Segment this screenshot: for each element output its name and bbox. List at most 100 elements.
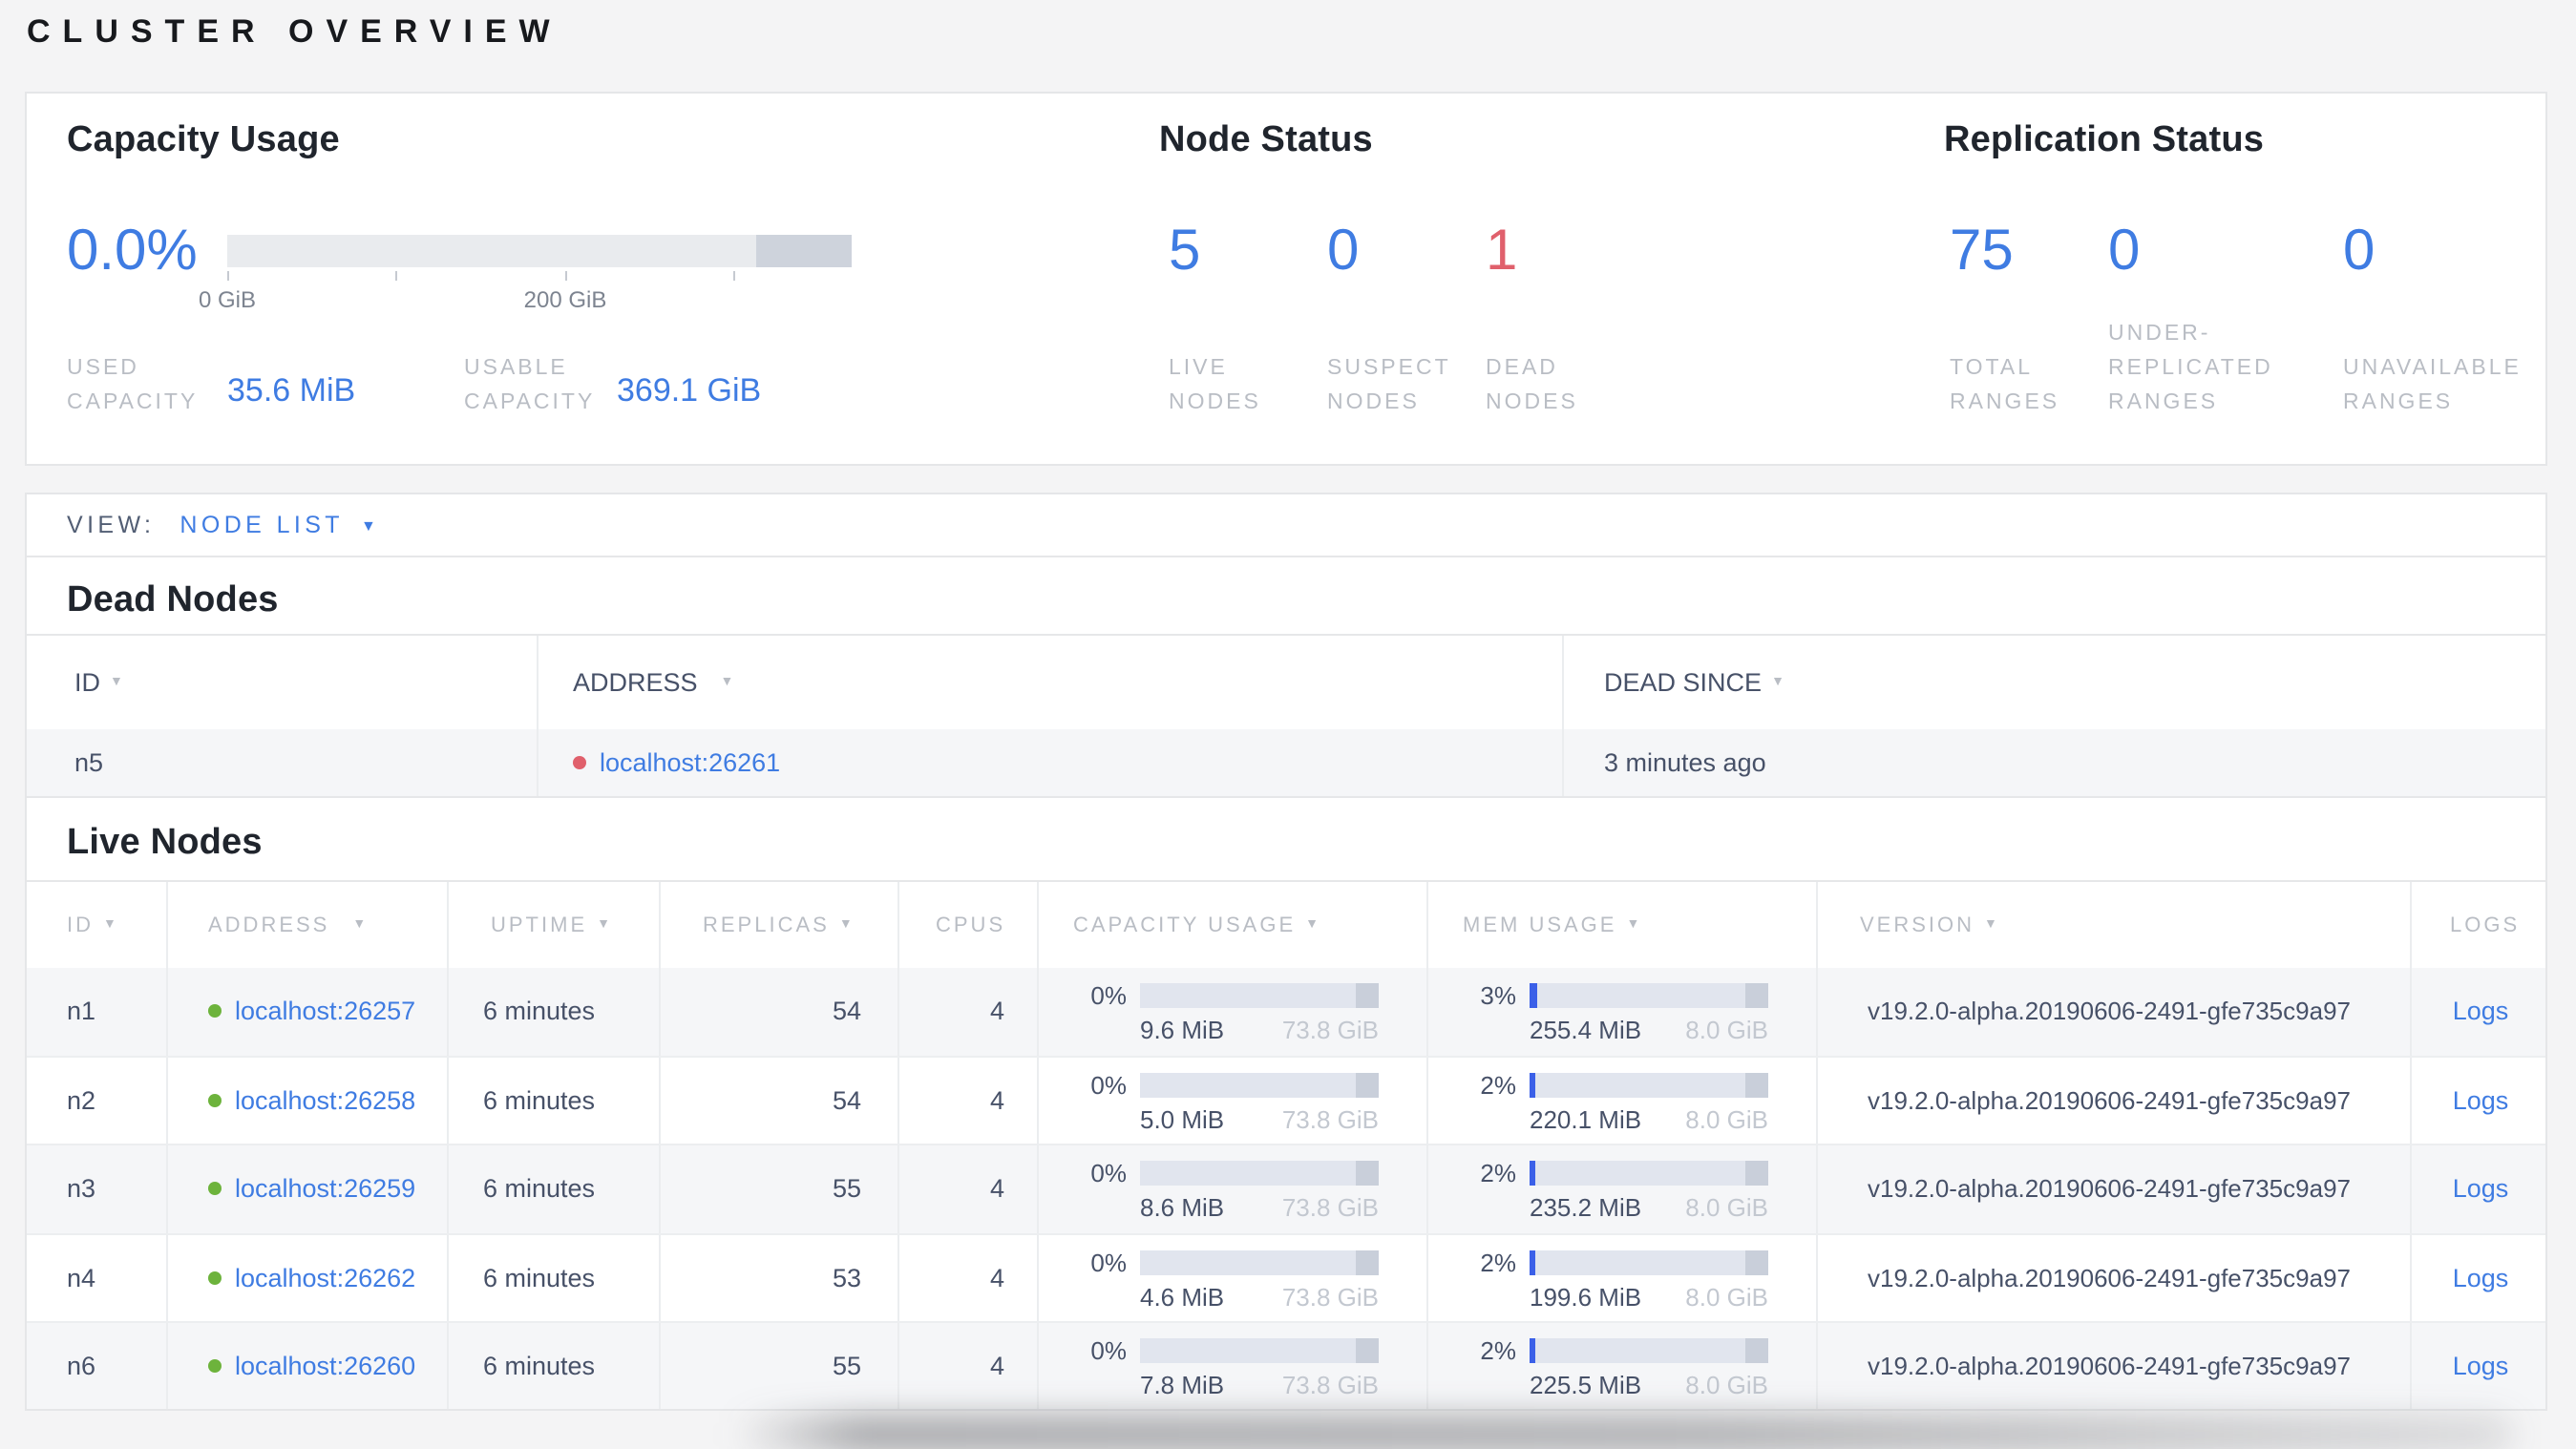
mem-percent: 2% <box>1480 1159 1516 1187</box>
node-address-link[interactable]: localhost:26260 <box>235 1353 415 1381</box>
mem-total: 8.0 GiB <box>1685 1104 1768 1133</box>
capacity-bar <box>1140 1072 1379 1097</box>
version-value: v19.2.0-alpha.20190606-2491-gfe735c9a97 <box>1816 1145 2410 1232</box>
unavailable-count: 0 <box>2343 220 2375 283</box>
dead-nodes-heading: Dead Nodes <box>67 580 279 620</box>
uptime-value: 6 minutes <box>447 1145 659 1232</box>
column-header-mem-usage[interactable]: MEM USAGE ▼ <box>1426 882 1816 968</box>
mem-usage-cell: 2% 199.6 MiB 8.0 GiB <box>1426 1234 1816 1321</box>
table-row: n5 localhost:26261 3 minutes ago <box>27 729 2545 798</box>
version-value: v19.2.0-alpha.20190606-2491-gfe735c9a97 <box>1816 1057 2410 1144</box>
dead-since-value: 3 minutes ago <box>1562 729 2545 796</box>
column-header-version[interactable]: VERSION ▼ <box>1816 882 2410 968</box>
logs-link[interactable]: Logs <box>2453 1175 2509 1204</box>
sort-caret-icon: ▼ <box>352 918 370 932</box>
mem-used: 220.1 MiB <box>1530 1104 1642 1133</box>
node-address-cell: localhost:26260 <box>166 1323 447 1409</box>
column-header-id[interactable]: ID ▼ <box>27 882 166 968</box>
chevron-down-icon: ▼ <box>361 516 376 534</box>
suspect-nodes-count: 0 <box>1327 220 1360 283</box>
mem-used: 225.5 MiB <box>1530 1371 1642 1399</box>
replicas-value: 55 <box>659 1323 897 1409</box>
capacity-bar <box>227 235 852 267</box>
column-header-address[interactable]: ADDRESS ▼ <box>537 636 1562 729</box>
table-row: n4 localhost:26262 6 minutes 53 4 0% 4.6… <box>27 1234 2545 1323</box>
page-title: CLUSTER OVERVIEW <box>27 13 562 50</box>
replicas-value: 53 <box>659 1234 897 1321</box>
mem-usage-cell: 2% 220.1 MiB 8.0 GiB <box>1426 1057 1816 1144</box>
node-list-card: VIEW: NODE LIST ▼ Dead Nodes ID ▼ ADDRESS… <box>25 493 2547 1411</box>
node-id: n4 <box>67 1263 96 1292</box>
capacity-percent: 0% <box>1090 1159 1127 1187</box>
capacity-bar-reserved-segment <box>755 235 852 267</box>
node-id: n1 <box>67 997 96 1026</box>
logs-link[interactable]: Logs <box>2453 1353 2509 1381</box>
capacity-percent: 0% <box>1090 981 1127 1010</box>
axis-tick-label: 0 GiB <box>198 286 256 313</box>
cpus-value: 4 <box>897 1057 1037 1144</box>
capacity-bar <box>1140 1161 1379 1186</box>
capacity-usage-cell: 0% 4.6 MiB 73.8 GiB <box>1037 1234 1426 1321</box>
logs-link[interactable]: Logs <box>2453 1086 2509 1115</box>
axis-tick <box>733 271 735 281</box>
replication-status-heading: Replication Status <box>1944 120 2265 160</box>
node-address-link[interactable]: localhost:26262 <box>235 1264 415 1292</box>
table-row: n6 localhost:26260 6 minutes 55 4 0% 7.8… <box>27 1323 2545 1409</box>
total-ranges-count: 75 <box>1950 220 2014 283</box>
node-address-cell: localhost:26261 <box>537 729 1562 796</box>
cpus-value: 4 <box>897 968 1037 1055</box>
capacity-percent: 0% <box>1090 1336 1127 1365</box>
view-selector[interactable]: VIEW: NODE LIST ▼ <box>27 494 2545 557</box>
sort-caret-icon: ▼ <box>103 918 119 932</box>
mem-percent: 2% <box>1480 1070 1516 1099</box>
capacity-usage-cell: 0% 7.8 MiB 73.8 GiB <box>1037 1323 1426 1409</box>
sort-caret-icon: ▼ <box>838 918 855 932</box>
node-address-cell: localhost:26259 <box>166 1145 447 1232</box>
mem-bar <box>1530 1072 1768 1097</box>
node-id: n3 <box>67 1174 96 1204</box>
view-selected-value[interactable]: NODE LIST <box>179 512 344 538</box>
mem-total: 8.0 GiB <box>1685 1016 1768 1044</box>
column-header-address[interactable]: ADDRESS ▼ <box>166 882 447 968</box>
node-address-link[interactable]: localhost:26259 <box>235 1175 415 1204</box>
node-address-link[interactable]: localhost:26261 <box>600 748 780 777</box>
version-value: v19.2.0-alpha.20190606-2491-gfe735c9a97 <box>1816 968 2410 1055</box>
node-address-link[interactable]: localhost:26257 <box>235 998 415 1026</box>
table-row: n3 localhost:26259 6 minutes 55 4 0% 8.6… <box>27 1145 2545 1234</box>
node-id: n2 <box>67 1085 96 1115</box>
axis-tick <box>395 271 397 281</box>
sort-caret-icon: ▼ <box>1626 918 1643 932</box>
live-nodes-label: LIVE NODES <box>1169 357 1261 414</box>
replicas-value: 55 <box>659 1145 897 1232</box>
capacity-bar <box>1140 983 1379 1008</box>
column-header-uptime[interactable]: UPTIME ▼ <box>447 882 659 968</box>
usable-capacity-label: USABLE CAPACITY <box>464 357 596 414</box>
total-ranges-label: TOTAL RANGES <box>1950 357 2060 414</box>
logs-link[interactable]: Logs <box>2453 998 2509 1026</box>
column-header-id[interactable]: ID ▼ <box>27 636 537 729</box>
axis-tick-label: 200 GiB <box>523 286 607 313</box>
mem-bar <box>1530 983 1768 1008</box>
logs-link[interactable]: Logs <box>2453 1264 2509 1292</box>
live-nodes-count: 5 <box>1169 220 1201 283</box>
capacity-total: 73.8 GiB <box>1281 1193 1379 1222</box>
dead-nodes-table: ID ▼ ADDRESS ▼ DEAD SINCE ▼ n5 localhost:26… <box>27 634 2545 798</box>
column-header-capacity-usage[interactable]: CAPACITY USAGE ▼ <box>1037 882 1426 968</box>
dead-nodes-header-row: ID ▼ ADDRESS ▼ DEAD SINCE ▼ <box>27 634 2545 729</box>
cpus-value: 4 <box>897 1323 1037 1409</box>
node-address-link[interactable]: localhost:26258 <box>235 1086 415 1115</box>
column-header-replicas[interactable]: REPLICAS ▼ <box>659 882 897 968</box>
live-status-icon <box>208 1270 222 1285</box>
sort-caret-icon: ▼ <box>110 676 123 689</box>
capacity-used: 8.6 MiB <box>1140 1193 1225 1222</box>
used-capacity-value: 35.6 MiB <box>227 372 356 409</box>
capacity-usage-cell: 0% 9.6 MiB 73.8 GiB <box>1037 968 1426 1055</box>
column-header-dead-since[interactable]: DEAD SINCE ▼ <box>1562 636 2545 729</box>
usable-capacity-value: 369.1 GiB <box>617 372 762 409</box>
live-status-icon <box>208 1182 222 1196</box>
sort-caret-icon: ▼ <box>1771 676 1784 689</box>
under-replicated-label: UNDER-REPLICATED RANGES <box>2108 323 2273 414</box>
node-status-heading: Node Status <box>1159 120 1373 160</box>
sort-caret-icon: ▼ <box>1984 918 2000 932</box>
uptime-value: 6 minutes <box>447 1234 659 1321</box>
